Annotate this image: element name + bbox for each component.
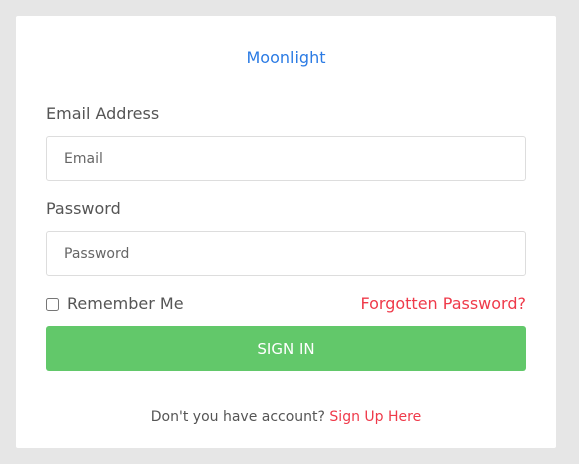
remember-me-checkbox[interactable]: [46, 297, 59, 311]
email-label: Email Address: [46, 104, 160, 123]
login-card: Moonlight Email Address Password Remembe…: [16, 16, 556, 448]
password-label: Password: [46, 199, 121, 218]
sign-up-link[interactable]: Sign Up Here: [329, 409, 421, 425]
brand-link[interactable]: Moonlight: [16, 48, 556, 68]
remember-me-row: Remember Me: [46, 293, 184, 315]
forgot-password-link[interactable]: Forgotten Password?: [360, 294, 526, 314]
password-field[interactable]: [46, 231, 526, 276]
email-field[interactable]: [46, 136, 526, 181]
sign-in-button[interactable]: SIGN IN: [46, 326, 526, 371]
remember-me-label[interactable]: Remember Me: [67, 294, 184, 314]
signup-prompt-text: Don't you have account?: [150, 409, 330, 425]
signup-prompt-row: Don't you have account? Sign Up Here: [16, 408, 556, 426]
